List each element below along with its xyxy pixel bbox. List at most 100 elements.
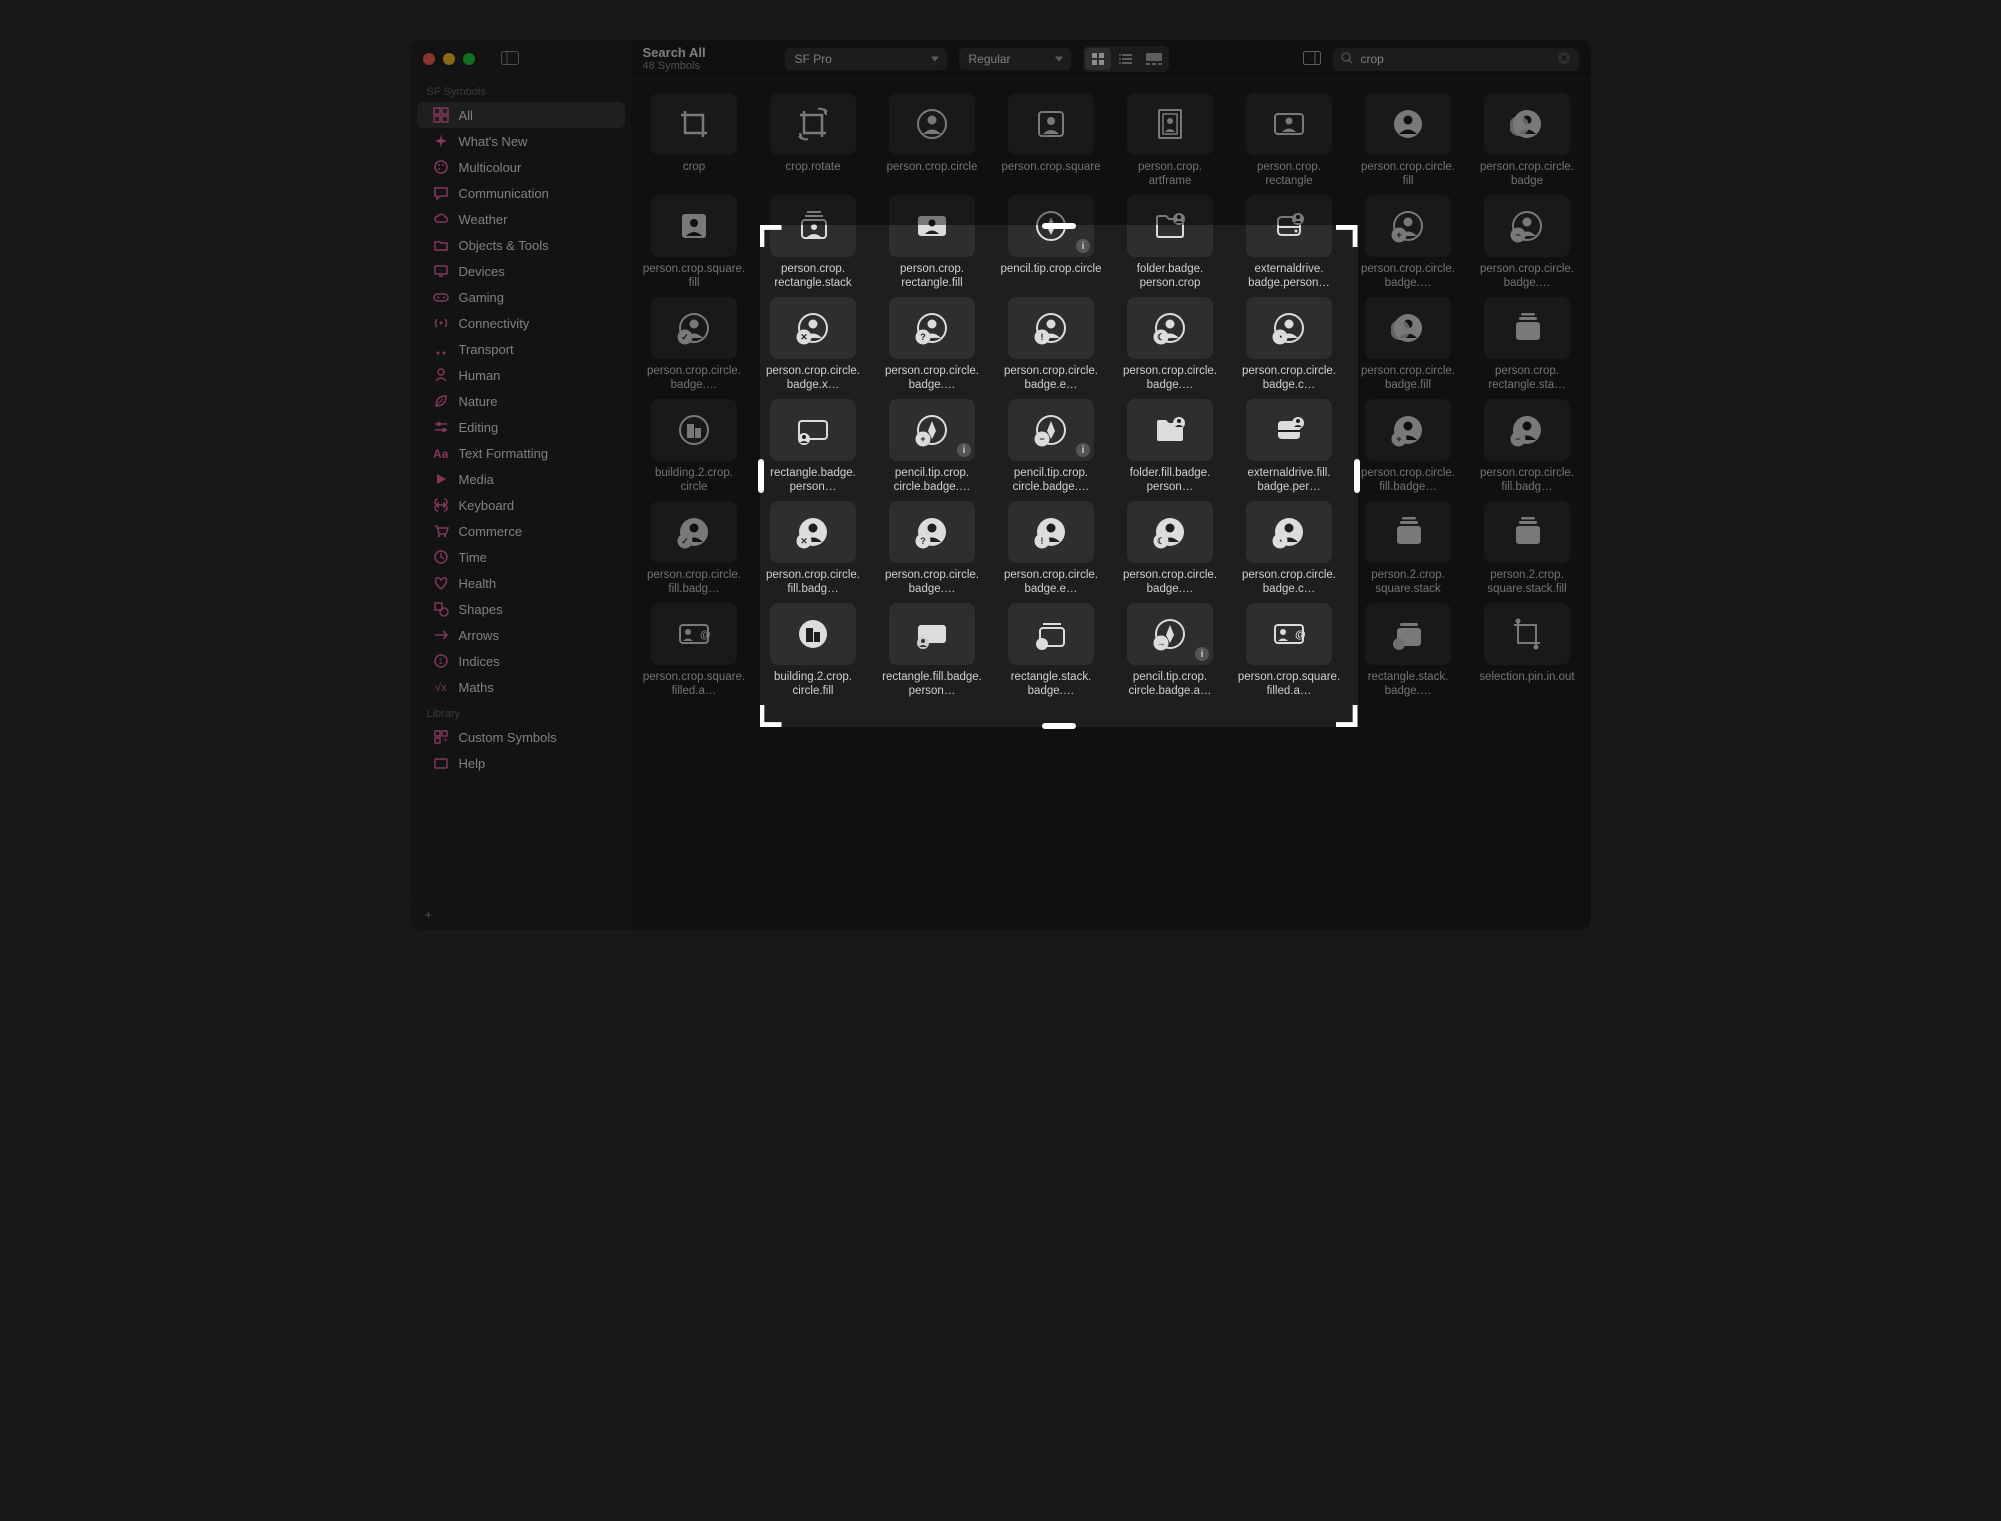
- symbol-tile[interactable]: [1246, 195, 1332, 257]
- symbol-cell[interactable]: ☾ person.crop.circle.badge.…: [1111, 291, 1230, 393]
- grid-view-button[interactable]: [1085, 48, 1111, 70]
- symbol-tile[interactable]: [1484, 297, 1570, 359]
- symbol-tile[interactable]: [1484, 603, 1570, 665]
- symbol-cell[interactable]: rectangle.stack.badge.…: [1349, 597, 1468, 699]
- symbol-tile[interactable]: [1008, 93, 1094, 155]
- sidebar-item-health[interactable]: Health: [417, 570, 625, 596]
- symbol-cell[interactable]: person.crop.circle.badge: [1468, 87, 1587, 189]
- symbol-tile[interactable]: [889, 603, 975, 665]
- search-box[interactable]: [1333, 48, 1579, 71]
- sidebar-item-commerce[interactable]: Commerce: [417, 518, 625, 544]
- symbol-tile[interactable]: [651, 93, 737, 155]
- symbol-cell[interactable]: → i pencil.tip.crop.circle.badge.a…: [1111, 597, 1230, 699]
- sidebar-item-communication[interactable]: Communication: [417, 180, 625, 206]
- symbol-cell[interactable]: person.crop.circle.badge.fill: [1349, 291, 1468, 393]
- sidebar-item-help[interactable]: Help: [417, 750, 625, 776]
- symbol-tile[interactable]: + i: [889, 399, 975, 461]
- symbol-cell[interactable]: person.crop.square.fill: [635, 189, 754, 291]
- symbol-tile[interactable]: [1127, 93, 1213, 155]
- font-dropdown[interactable]: SF Pro: [785, 48, 947, 70]
- symbol-tile[interactable]: ✕: [770, 297, 856, 359]
- symbol-cell[interactable]: person.crop.rectangle.fill: [873, 189, 992, 291]
- weight-dropdown[interactable]: Regular: [959, 48, 1071, 70]
- symbol-cell[interactable]: ✕ person.crop.circle.fill.badg…: [754, 495, 873, 597]
- symbol-cell[interactable]: ☾ person.crop.circle.badge.…: [1111, 495, 1230, 597]
- sidebar-item-editing[interactable]: Editing: [417, 414, 625, 440]
- symbol-cell[interactable]: ✓ person.crop.circle.fill.badg…: [635, 495, 754, 597]
- symbol-cell[interactable]: person.crop.circle.fill: [1349, 87, 1468, 189]
- symbol-tile[interactable]: [1365, 603, 1451, 665]
- symbol-tile[interactable]: [1484, 93, 1570, 155]
- inspector-toggle-icon[interactable]: [1303, 51, 1321, 68]
- symbol-tile[interactable]: [1365, 297, 1451, 359]
- symbol-tile[interactable]: [1008, 603, 1094, 665]
- symbol-cell[interactable]: ? person.crop.circle.badge.…: [873, 291, 992, 393]
- symbol-cell[interactable]: crop: [635, 87, 754, 189]
- symbol-tile[interactable]: ◔: [1246, 297, 1332, 359]
- symbol-tile[interactable]: [1246, 603, 1332, 665]
- minimize-dot[interactable]: [443, 53, 455, 65]
- sidebar-item-objects-tools[interactable]: Objects & Tools: [417, 232, 625, 258]
- zoom-dot[interactable]: [463, 53, 475, 65]
- sidebar-item-maths[interactable]: √xMaths: [417, 674, 625, 700]
- sidebar-item-shapes[interactable]: Shapes: [417, 596, 625, 622]
- symbol-tile[interactable]: [1127, 195, 1213, 257]
- symbol-cell[interactable]: + person.crop.circle.badge.…: [1349, 189, 1468, 291]
- sidebar-item-nature[interactable]: Nature: [417, 388, 625, 414]
- symbol-cell[interactable]: ◔ person.crop.circle.badge.c…: [1230, 495, 1349, 597]
- symbol-cell[interactable]: ✓ person.crop.circle.badge.…: [635, 291, 754, 393]
- symbol-cell[interactable]: + i pencil.tip.crop.circle.badge.…: [873, 393, 992, 495]
- symbol-cell[interactable]: − person.crop.circle.fill.badg…: [1468, 393, 1587, 495]
- sidebar-item-multicolour[interactable]: Multicolour: [417, 154, 625, 180]
- symbol-tile[interactable]: [651, 195, 737, 257]
- sidebar-item-weather[interactable]: Weather: [417, 206, 625, 232]
- sidebar-item-indices[interactable]: 1Indices: [417, 648, 625, 674]
- sidebar-item-transport[interactable]: Transport: [417, 336, 625, 362]
- symbol-tile[interactable]: [1365, 93, 1451, 155]
- symbol-tile[interactable]: [770, 603, 856, 665]
- symbol-cell[interactable]: − person.crop.circle.badge.…: [1468, 189, 1587, 291]
- symbol-tile[interactable]: [1365, 501, 1451, 563]
- symbol-tile[interactable]: − i: [1008, 399, 1094, 461]
- symbol-tile[interactable]: ✕: [770, 501, 856, 563]
- symbol-tile[interactable]: ☾: [1127, 297, 1213, 359]
- sidebar-item-devices[interactable]: Devices: [417, 258, 625, 284]
- symbol-cell[interactable]: − i pencil.tip.crop.circle.badge.…: [992, 393, 1111, 495]
- symbol-cell[interactable]: rectangle.stack.badge.…: [992, 597, 1111, 699]
- symbol-tile[interactable]: ☾: [1127, 501, 1213, 563]
- symbol-tile[interactable]: −: [1484, 399, 1570, 461]
- symbol-cell[interactable]: person.crop.artframe: [1111, 87, 1230, 189]
- symbol-cell[interactable]: i pencil.tip.crop.circle: [992, 189, 1111, 291]
- symbol-cell[interactable]: person.crop.square.filled.a…: [635, 597, 754, 699]
- symbol-cell[interactable]: ! person.crop.circle.badge.e…: [992, 495, 1111, 597]
- symbol-cell[interactable]: externaldrive.badge.person…: [1230, 189, 1349, 291]
- symbol-tile[interactable]: [651, 399, 737, 461]
- symbol-tile[interactable]: → i: [1127, 603, 1213, 665]
- sidebar-item-keyboard[interactable]: Keyboard: [417, 492, 625, 518]
- symbol-tile[interactable]: [770, 195, 856, 257]
- symbol-tile[interactable]: i: [1008, 195, 1094, 257]
- symbol-grid-scroll[interactable]: crop crop.rotate person.crop.circle pers…: [631, 79, 1591, 930]
- symbol-cell[interactable]: person.crop.square: [992, 87, 1111, 189]
- search-input[interactable]: [1359, 51, 1551, 67]
- symbol-tile[interactable]: ✓: [651, 501, 737, 563]
- list-view-button[interactable]: [1113, 48, 1139, 70]
- sidebar-item-arrows[interactable]: Arrows: [417, 622, 625, 648]
- symbol-cell[interactable]: folder.fill.badge.person…: [1111, 393, 1230, 495]
- symbol-tile[interactable]: ✓: [651, 297, 737, 359]
- symbol-cell[interactable]: ? person.crop.circle.badge.…: [873, 495, 992, 597]
- symbol-tile[interactable]: !: [1008, 297, 1094, 359]
- symbol-cell[interactable]: + person.crop.circle.fill.badge…: [1349, 393, 1468, 495]
- symbol-cell[interactable]: person.2.crop.square.stack.fill: [1468, 495, 1587, 597]
- sidebar-item-what-s-new[interactable]: What's New: [417, 128, 625, 154]
- sidebar-item-human[interactable]: Human: [417, 362, 625, 388]
- symbol-cell[interactable]: ! person.crop.circle.badge.e…: [992, 291, 1111, 393]
- symbol-tile[interactable]: [770, 93, 856, 155]
- symbol-cell[interactable]: building.2.crop.circle.fill: [754, 597, 873, 699]
- symbol-tile[interactable]: [651, 603, 737, 665]
- gallery-view-button[interactable]: [1141, 48, 1167, 70]
- symbol-tile[interactable]: [889, 195, 975, 257]
- sidebar-item-media[interactable]: Media: [417, 466, 625, 492]
- symbol-cell[interactable]: selection.pin.in.out: [1468, 597, 1587, 699]
- symbol-tile[interactable]: [1127, 399, 1213, 461]
